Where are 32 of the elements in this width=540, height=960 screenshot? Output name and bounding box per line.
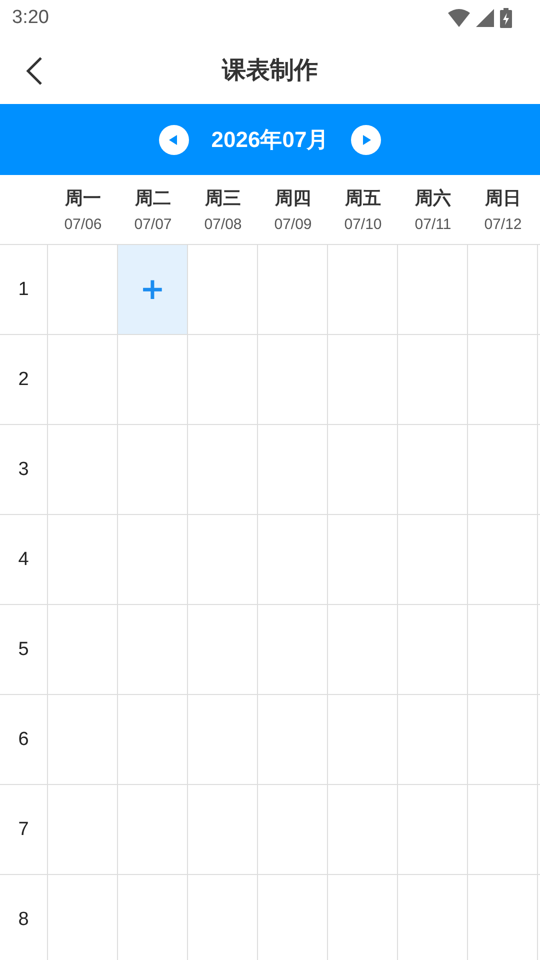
next-month-icon[interactable] — [350, 124, 381, 154]
period-number: 6 — [18, 728, 29, 750]
period-number: 1 — [18, 278, 29, 300]
period-number: 5 — [18, 638, 29, 660]
weekday-label: 周三 — [205, 187, 241, 210]
month-label: 2026年07月 — [211, 126, 329, 154]
weekday-label: 周一 — [65, 187, 101, 210]
weekday-label: 周六 — [415, 187, 451, 210]
date-label: 07/06 — [64, 216, 102, 233]
page-title: 课表制作 — [222, 55, 318, 86]
add-symbol: + — [140, 272, 166, 307]
wifi-icon — [448, 9, 470, 27]
period-number: 3 — [18, 458, 29, 480]
weekday-label: 周四 — [275, 187, 311, 210]
period-number: 8 — [18, 908, 29, 930]
period-number: 4 — [18, 548, 29, 570]
weekday-label: 周日 — [485, 187, 521, 210]
date-label: 07/07 — [134, 216, 172, 233]
weekday-label: 周二 — [135, 187, 171, 210]
period-number: 2 — [18, 368, 29, 390]
signal-icon — [476, 9, 494, 27]
selected-slot[interactable]: + — [118, 245, 188, 334]
period-number: 7 — [18, 818, 29, 840]
battery-icon — [500, 8, 512, 28]
date-label: 07/10 — [344, 216, 382, 233]
date-label: 07/12 — [484, 216, 522, 233]
weekday-label: 周五 — [345, 187, 381, 210]
date-label: 07/09 — [274, 216, 312, 233]
date-label: 07/11 — [414, 216, 452, 233]
status-time: 3:20 — [12, 7, 49, 29]
previous-month-icon[interactable] — [159, 124, 190, 154]
date-label: 07/08 — [204, 216, 242, 233]
